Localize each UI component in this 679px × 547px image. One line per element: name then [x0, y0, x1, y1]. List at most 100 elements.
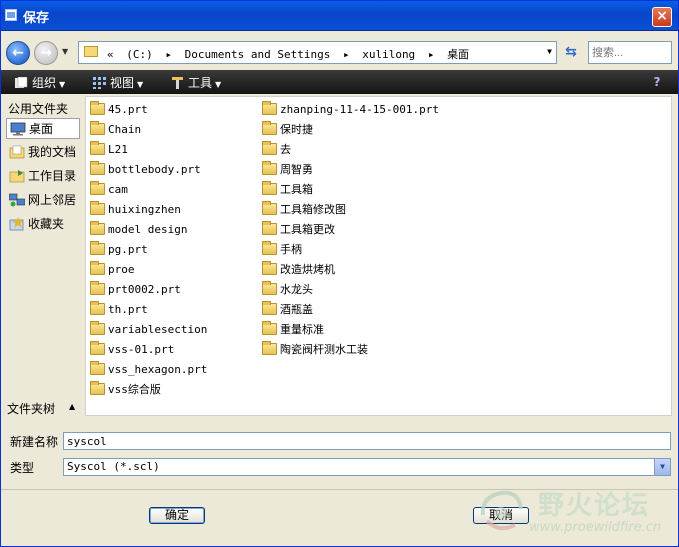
sidebar-item-favorites[interactable]: 收藏夹 [6, 214, 80, 235]
folder-item[interactable]: 酒瓶盖 [262, 300, 439, 320]
title-bar[interactable]: 保存 × [1, 1, 678, 31]
file-type-value: Syscol (*.scl) [67, 460, 160, 473]
breadcrumb-drive[interactable]: (C:) [126, 48, 153, 61]
view-menu[interactable]: 视图 ▼ [93, 74, 143, 91]
folder-item[interactable]: bottlebody.prt [90, 160, 207, 180]
breadcrumb-documents-and-settings[interactable]: Documents and Settings [185, 48, 331, 61]
folder-item[interactable]: 去 [262, 140, 439, 160]
breadcrumb-separator-icon[interactable]: ▸ [428, 48, 435, 61]
folder-label: 改造烘烤机 [280, 263, 335, 276]
network-places-icon [9, 193, 25, 207]
type-label: 类型 [10, 461, 35, 475]
breadcrumb-overflow[interactable]: « [107, 48, 114, 61]
folder-label: 手柄 [280, 243, 302, 256]
file-type-select[interactable]: Syscol (*.scl) ▼ [63, 458, 671, 476]
folder-item[interactable]: model design [90, 220, 207, 240]
sidebar-item-label: 网上邻居 [28, 193, 77, 207]
folder-icon [90, 261, 105, 275]
folder-icon [262, 281, 277, 295]
folder-item[interactable]: vss综合版 [90, 380, 207, 400]
folder-item[interactable]: 周智勇 [262, 160, 439, 180]
folder-item[interactable]: 水龙头 [262, 280, 439, 300]
folder-icon [262, 341, 277, 355]
folder-item[interactable]: 45.prt [90, 100, 207, 120]
folder-item[interactable]: vss-01.prt [90, 340, 207, 360]
folder-tree-label[interactable]: 文件夹树 [7, 400, 55, 417]
folder-item[interactable]: cam [90, 180, 207, 200]
chevron-down-icon[interactable]: ▼ [547, 47, 552, 56]
back-button[interactable]: ← [6, 41, 30, 65]
folder-icon [90, 141, 105, 155]
folder-item[interactable]: Chain [90, 120, 207, 140]
folder-icon [262, 181, 277, 195]
folder-label: vss-01.prt [108, 343, 175, 356]
folder-item[interactable]: 工具箱更改 [262, 220, 439, 240]
folder-icon [262, 201, 277, 215]
refresh-icon[interactable]: ⇆ [560, 42, 582, 63]
view-label: 视图 [110, 76, 135, 90]
folder-item[interactable]: 改造烘烤机 [262, 260, 439, 280]
folder-item[interactable]: th.prt [90, 300, 207, 320]
folder-label: Chain [108, 123, 142, 136]
folder-icon [90, 161, 105, 175]
filename-input[interactable] [63, 432, 671, 450]
working-directory-icon [9, 170, 25, 183]
folder-label: 保时捷 [280, 123, 313, 136]
search-input[interactable] [588, 41, 672, 64]
folder-item[interactable]: pg.prt [90, 240, 207, 260]
breadcrumb-user[interactable]: xulilong [362, 48, 415, 61]
folder-item[interactable]: 工具箱 [262, 180, 439, 200]
tools-label: 工具 [188, 76, 213, 90]
chevron-up-icon[interactable]: ▲ [69, 402, 75, 411]
sidebar-item-working-directory[interactable]: 工作目录 [6, 166, 80, 187]
folder-icon [90, 201, 105, 215]
folder-label: bottlebody.prt [108, 163, 201, 176]
sidebar-item-network-places[interactable]: 网上邻居 [6, 190, 80, 211]
folder-item[interactable]: prt0002.prt [90, 280, 207, 300]
organize-label: 组织 [32, 76, 57, 90]
folder-label: model design [108, 223, 188, 236]
tools-menu[interactable]: 工具 ▼ [171, 74, 221, 91]
sidebar-header: 公用文件夹 [8, 102, 69, 116]
desktop-icon [10, 122, 26, 136]
sidebar-item-desktop[interactable]: 桌面 [6, 118, 80, 139]
sidebar-item-label: 收藏夹 [28, 217, 65, 231]
folder-icon [90, 381, 105, 395]
ok-button[interactable]: 确定 [149, 507, 205, 524]
folder-item[interactable]: 陶瓷阀杆测水工装 [262, 340, 439, 360]
folder-label: vss综合版 [108, 383, 161, 396]
folder-item[interactable]: 手柄 [262, 240, 439, 260]
folder-icon [262, 321, 277, 335]
recent-locations-dropdown-icon[interactable]: ▼ [62, 47, 68, 56]
help-icon[interactable]: ? [648, 73, 666, 91]
folder-icon [90, 301, 105, 315]
folder-item[interactable]: 工具箱修改图 [262, 200, 439, 220]
address-bar[interactable]: « (C:) ▸ Documents and Settings ▸ xulilo… [78, 41, 557, 64]
folder-label: vss_hexagon.prt [108, 363, 208, 376]
folder-icon [262, 141, 277, 155]
folder-label: variablesection [108, 323, 208, 336]
tools-icon [172, 77, 183, 89]
folder-item[interactable]: L21 [90, 140, 207, 160]
close-button[interactable]: × [652, 7, 672, 27]
folder-item[interactable]: 保时捷 [262, 120, 439, 140]
folder-item[interactable]: proe [90, 260, 207, 280]
folder-label: cam [108, 183, 128, 196]
folder-item[interactable]: 重量标准 [262, 320, 439, 340]
folder-item[interactable]: zhanping-11-4-15-001.prt [262, 100, 439, 120]
file-list: 45.prt Chain L21 bottlebody.prt cam huixingzh… [85, 96, 672, 416]
forward-button[interactable]: → [34, 41, 58, 65]
breadcrumb-separator-icon[interactable]: ▸ [343, 48, 350, 61]
folder-item[interactable]: huixingzhen [90, 200, 207, 220]
folder-icon [90, 221, 105, 235]
folder-item[interactable]: vss_hexagon.prt [90, 360, 207, 380]
breadcrumb-separator-icon[interactable]: ▸ [165, 48, 172, 61]
sidebar-item-my-documents[interactable]: 我的文档 [6, 142, 80, 163]
folder-icon [90, 241, 105, 255]
file-column-2: zhanping-11-4-15-001.prt 保时捷去周智勇 工具箱 工具箱修改图… [262, 100, 439, 360]
organize-menu[interactable]: 组织 ▼ [15, 74, 65, 91]
folder-label: 酒瓶盖 [280, 303, 313, 316]
breadcrumb-desktop[interactable]: 桌面 [447, 48, 469, 61]
folder-item[interactable]: variablesection [90, 320, 207, 340]
chevron-down-icon[interactable]: ▼ [654, 459, 670, 475]
